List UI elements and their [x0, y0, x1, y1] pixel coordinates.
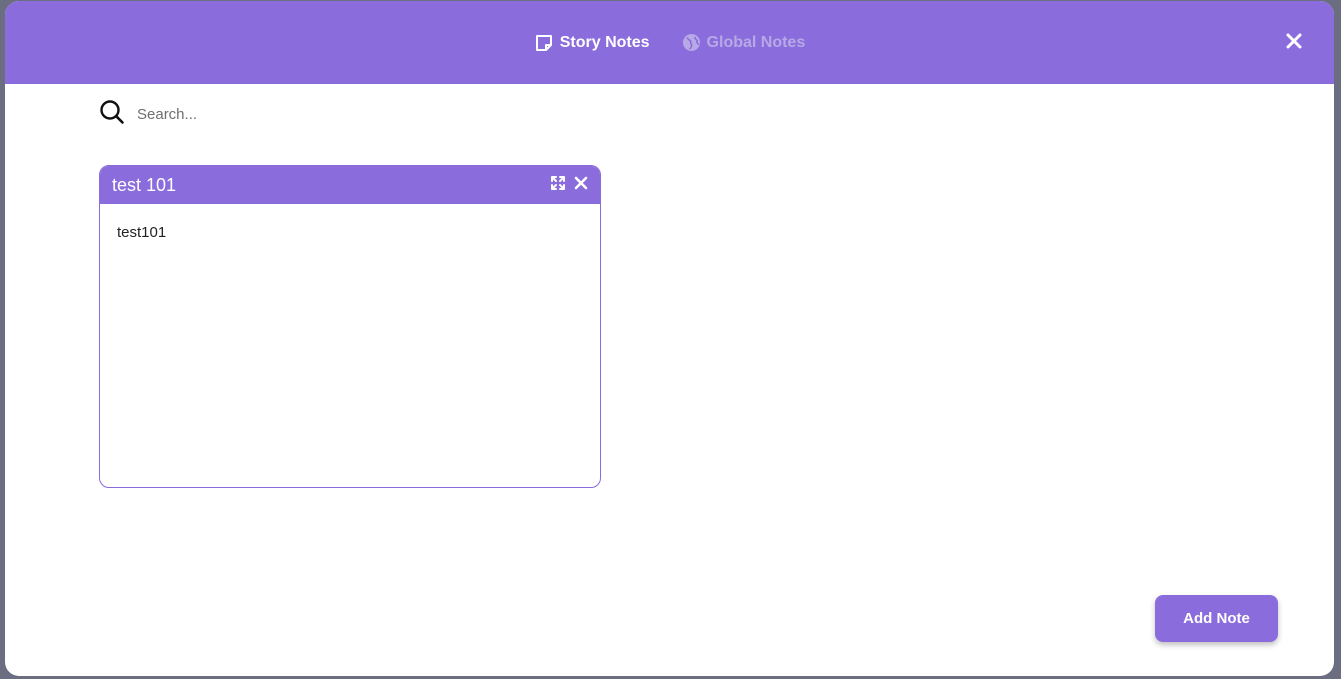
modal-header: Story Notes Global Notes [5, 1, 1334, 84]
notes-modal: Story Notes Global Notes Search... test … [5, 1, 1334, 676]
globe-icon [682, 33, 701, 52]
tab-global-notes[interactable]: Global Notes [682, 33, 806, 52]
notes-tabs: Story Notes Global Notes [5, 1, 1334, 84]
close-icon[interactable] [574, 176, 588, 195]
note-body[interactable]: test101 [100, 204, 600, 261]
note-header: test 101 [100, 166, 600, 204]
search-icon [99, 99, 125, 130]
tab-story-notes[interactable]: Story Notes [534, 33, 650, 53]
expand-icon[interactable] [550, 175, 566, 196]
close-icon [1284, 33, 1304, 55]
add-note-button[interactable]: Add Note [1155, 595, 1278, 642]
tab-story-notes-label: Story Notes [559, 33, 650, 51]
close-modal-button[interactable] [1284, 31, 1304, 51]
note-actions [550, 175, 588, 196]
search-bar [99, 99, 499, 130]
note-title: test 101 [112, 174, 177, 195]
note-card[interactable]: test 101 test101 [99, 165, 601, 488]
search-input[interactable] [135, 104, 439, 124]
tab-global-notes-label: Global Notes [706, 33, 806, 51]
sticky-note-icon [534, 33, 554, 53]
